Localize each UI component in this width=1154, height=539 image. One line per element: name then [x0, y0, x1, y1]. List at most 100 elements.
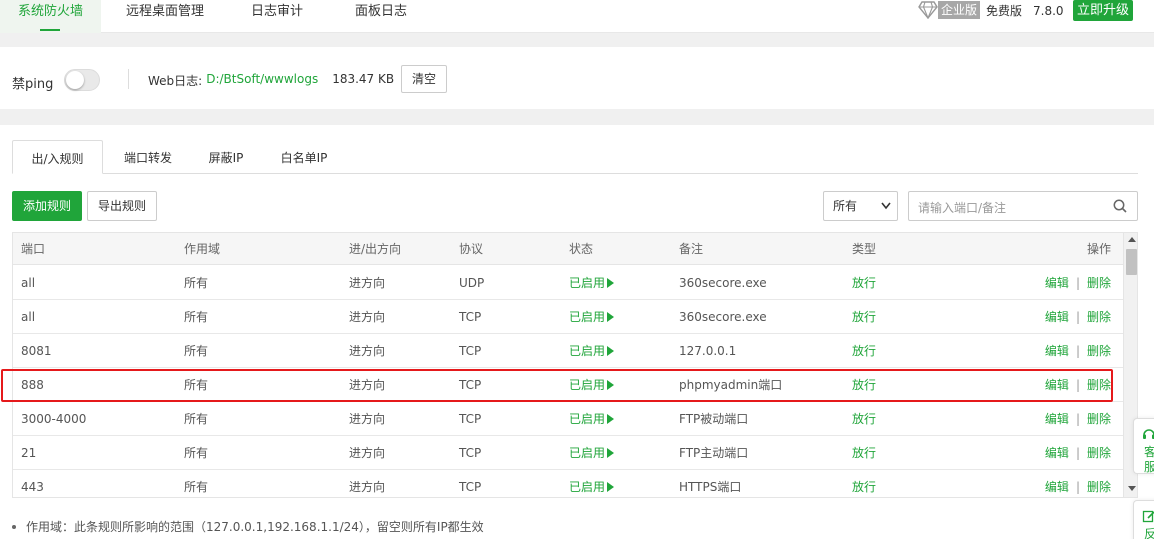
ping-settings-bar: 禁ping Web日志: D:/BtSoft/wwwlogs 183.47 KB… — [0, 47, 1154, 109]
scroll-up-icon[interactable] — [1128, 237, 1136, 242]
edit-link[interactable]: 编辑 — [1045, 274, 1069, 291]
edit-icon — [1142, 510, 1154, 523]
table-row: 443 所有 进方向 TCP 已启用 HTTPS端口 放行 编辑 | 删除 — [13, 470, 1123, 497]
cell-note: 360secore.exe — [679, 275, 767, 290]
ban-ping-toggle[interactable] — [64, 69, 100, 91]
upgrade-button[interactable]: 立即升级 — [1073, 0, 1133, 21]
cell-type[interactable]: 放行 — [852, 334, 876, 367]
cell-status[interactable]: 已启用 — [569, 368, 615, 401]
tab-panel-log[interactable]: 面板日志 — [355, 0, 407, 33]
version-label: 7.8.0 — [1033, 4, 1064, 18]
feedback-button[interactable]: 反馈 — [1133, 500, 1154, 539]
cell-port: all — [21, 275, 36, 290]
cell-port: 443 — [21, 479, 44, 494]
scroll-thumb[interactable] — [1126, 249, 1137, 275]
cell-actions: 编辑 | 删除 — [1045, 470, 1111, 497]
delete-link[interactable]: 删除 — [1087, 274, 1111, 291]
cell-protocol: TCP — [459, 343, 482, 358]
cell-status[interactable]: 已启用 — [569, 470, 615, 497]
play-icon — [607, 277, 615, 288]
cell-port: 888 — [21, 377, 44, 392]
clear-log-button[interactable]: 清空 — [401, 65, 447, 93]
cell-type[interactable]: 放行 — [852, 402, 876, 435]
cell-actions: 编辑 | 删除 — [1045, 334, 1111, 367]
filter-select[interactable]: 所有 — [823, 191, 898, 221]
edit-link[interactable]: 编辑 — [1045, 376, 1069, 393]
weblog-path-link[interactable]: D:/BtSoft/wwwlogs — [206, 72, 318, 89]
cell-port: all — [21, 309, 36, 324]
delete-link[interactable]: 删除 — [1087, 308, 1111, 325]
divider — [128, 69, 129, 89]
delete-link[interactable]: 删除 — [1087, 410, 1111, 427]
edit-link[interactable]: 编辑 — [1045, 444, 1069, 461]
edit-link[interactable]: 编辑 — [1045, 410, 1069, 427]
cell-note: 127.0.0.1 — [679, 343, 737, 358]
cell-scope: 所有 — [184, 480, 209, 494]
cell-protocol: TCP — [459, 479, 482, 494]
cell-type[interactable]: 放行 — [852, 368, 876, 401]
cell-status[interactable]: 已启用 — [569, 334, 615, 367]
chevron-down-icon — [881, 202, 891, 210]
cell-direction: 进方向 — [349, 446, 386, 460]
enterprise-edition-link[interactable]: 企业版 — [918, 0, 981, 20]
toggle-knob — [66, 71, 84, 89]
cell-actions: 编辑 | 删除 — [1045, 300, 1111, 333]
cell-direction: 进方向 — [349, 378, 386, 392]
cell-scope: 所有 — [184, 276, 209, 290]
cell-port: 21 — [21, 445, 37, 460]
cell-protocol: TCP — [459, 445, 482, 460]
table-row: 21 所有 进方向 TCP 已启用 FTP主动端口 放行 编辑 | 删除 — [13, 436, 1123, 470]
tab-remote-desktop[interactable]: 远程桌面管理 — [126, 0, 204, 33]
search-icon[interactable] — [1113, 199, 1127, 213]
export-rules-button[interactable]: 导出规则 — [87, 191, 157, 221]
table-header: 端口 作用域 进/出方向 协议 状态 备注 类型 操作 — [13, 233, 1123, 265]
tab-log-audit[interactable]: 日志审计 — [251, 0, 303, 33]
rule-subtabs: 出/入规则 端口转发 屏蔽IP 白名单IP — [12, 140, 1138, 174]
weblog-label: Web日志: — [148, 74, 203, 88]
delete-link[interactable]: 删除 — [1087, 376, 1111, 393]
scroll-down-icon[interactable] — [1128, 486, 1136, 491]
cell-type[interactable]: 放行 — [852, 300, 876, 333]
add-rule-button[interactable]: 添加规则 — [12, 191, 82, 221]
cell-status[interactable]: 已启用 — [569, 402, 615, 435]
subtab-block-ip[interactable]: 屏蔽IP — [192, 140, 260, 174]
col-note: 备注 — [679, 242, 704, 256]
cell-scope: 所有 — [184, 412, 209, 426]
cell-actions: 编辑 | 删除 — [1045, 436, 1111, 469]
tab-system-firewall[interactable]: 系统防火墙 — [0, 0, 102, 33]
subtab-inout-rules[interactable]: 出/入规则 — [12, 140, 103, 174]
top-nav: 系统防火墙 远程桌面管理 日志审计 面板日志 企业版 免费版 7.8.0 立即升… — [0, 0, 1154, 33]
edit-link[interactable]: 编辑 — [1045, 308, 1069, 325]
bullet-dot — [12, 524, 16, 529]
subtab-whitelist-ip[interactable]: 白名单IP — [266, 140, 342, 174]
ban-ping-label: 禁ping — [12, 77, 54, 92]
edition-label: 免费版 — [986, 4, 1023, 18]
feedback-label: 反馈 — [1144, 527, 1154, 539]
delete-link[interactable]: 删除 — [1087, 478, 1111, 495]
cell-type[interactable]: 放行 — [852, 436, 876, 469]
cell-direction: 进方向 — [349, 310, 386, 324]
col-direction: 进/出方向 — [349, 242, 402, 256]
edit-link[interactable]: 编辑 — [1045, 342, 1069, 359]
delete-link[interactable]: 删除 — [1087, 342, 1111, 359]
play-icon — [607, 311, 615, 322]
subtab-port-forward[interactable]: 端口转发 — [108, 140, 188, 174]
scope-note-text: 作用域：此条规则所影响的范围（127.0.0.1,192.168.1.1/24）… — [26, 520, 484, 534]
separator: | — [1075, 275, 1080, 290]
cell-status[interactable]: 已启用 — [569, 436, 615, 469]
cell-type[interactable]: 放行 — [852, 470, 876, 497]
edit-link[interactable]: 编辑 — [1045, 478, 1069, 495]
status-label: 已启用 — [569, 276, 606, 290]
cell-status[interactable]: 已启用 — [569, 266, 615, 299]
cell-direction: 进方向 — [349, 412, 386, 426]
enterprise-label: 企业版 — [938, 1, 981, 19]
delete-link[interactable]: 删除 — [1087, 444, 1111, 461]
cell-status[interactable]: 已启用 — [569, 300, 615, 333]
search-input[interactable]: 请输入端口/备注 — [908, 191, 1138, 221]
search-placeholder: 请输入端口/备注 — [918, 201, 1007, 215]
cell-actions: 编辑 | 删除 — [1045, 402, 1111, 435]
cell-type[interactable]: 放行 — [852, 266, 876, 299]
cell-protocol: TCP — [459, 309, 482, 324]
status-label: 已启用 — [569, 446, 606, 460]
customer-service-button[interactable]: 客服 — [1133, 418, 1154, 474]
